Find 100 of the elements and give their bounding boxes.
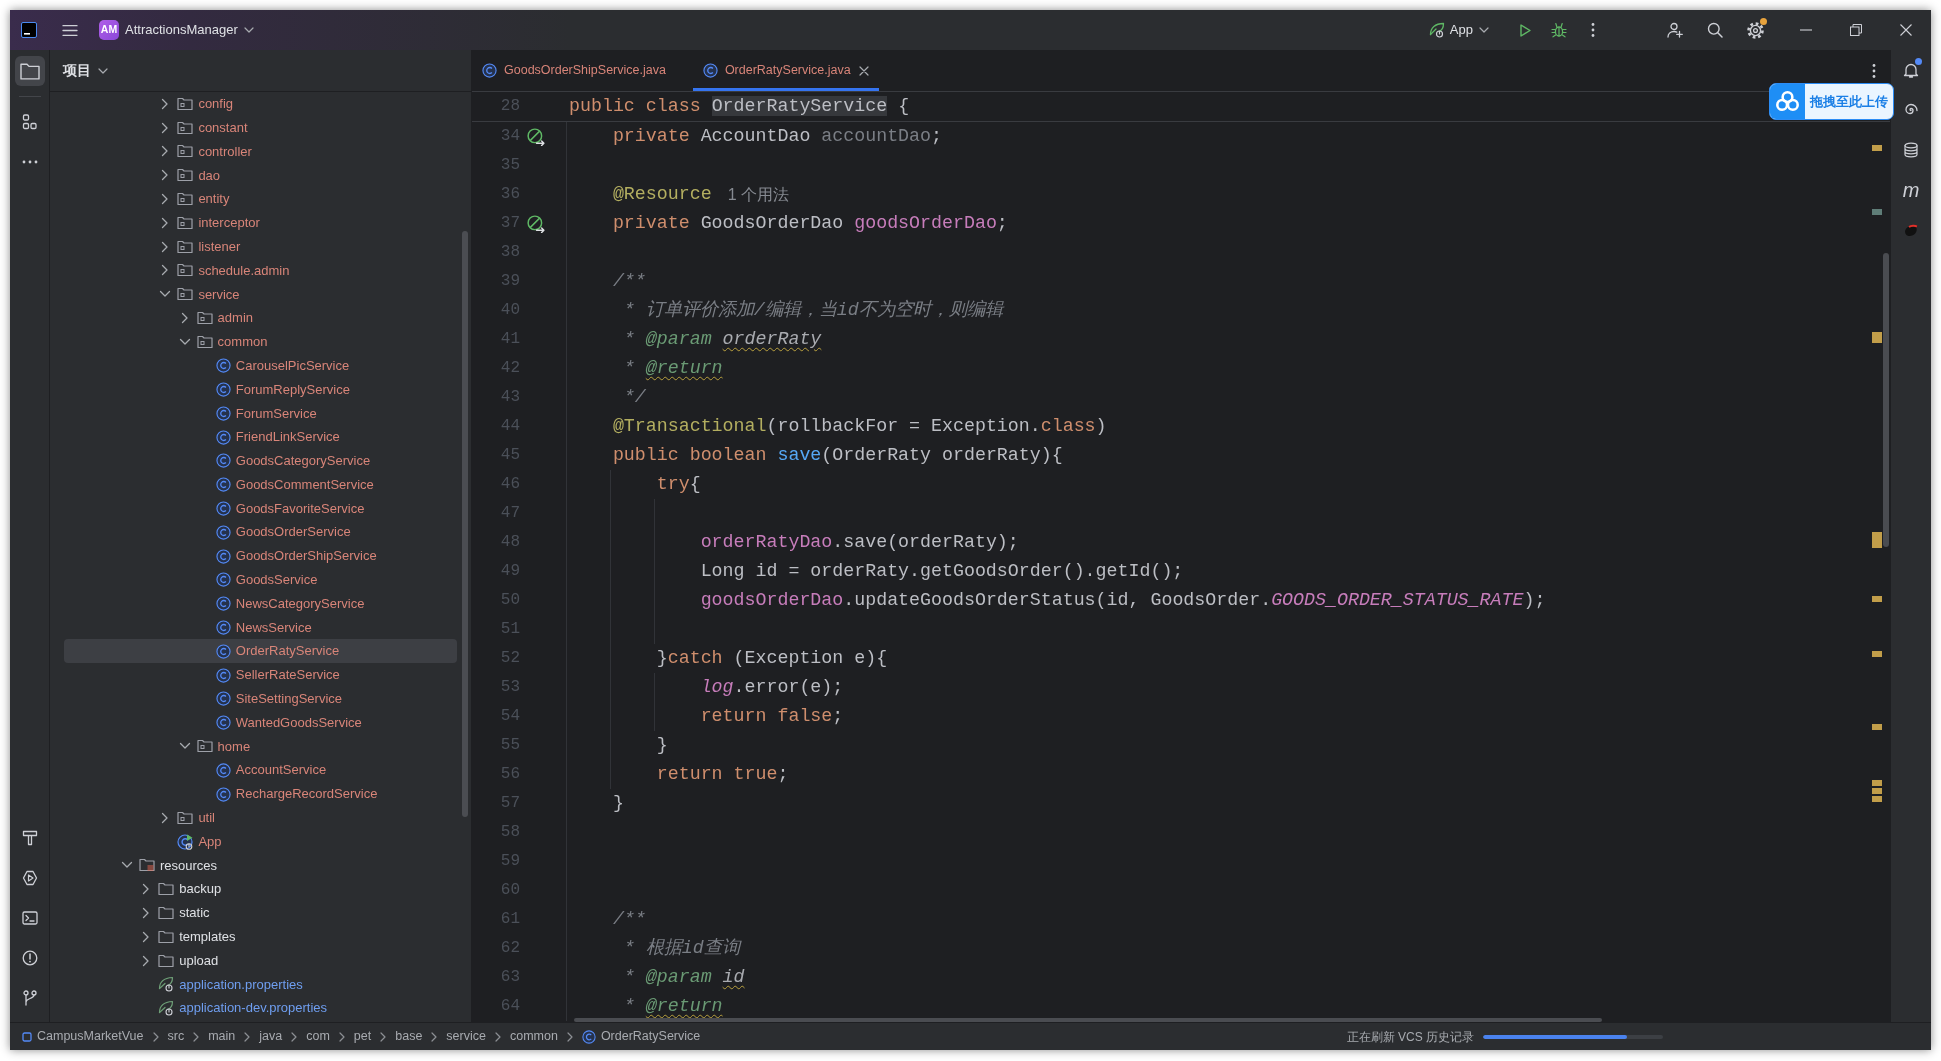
chevron-right-icon[interactable] bbox=[161, 811, 170, 824]
chevron-right-icon[interactable] bbox=[180, 312, 189, 325]
more-icon[interactable] bbox=[1872, 62, 1876, 79]
tree-item[interactable]: static bbox=[64, 901, 457, 925]
chevron-right-icon[interactable] bbox=[142, 907, 151, 919]
tree-item[interactable]: application-dev.properties bbox=[64, 996, 457, 1021]
tree-item[interactable]: dao bbox=[64, 163, 457, 188]
warning-marker[interactable] bbox=[1872, 596, 1882, 602]
tree-item[interactable]: backup bbox=[64, 877, 457, 902]
tree-item[interactable]: resources bbox=[64, 853, 457, 878]
tree-item[interactable]: templates bbox=[64, 924, 457, 949]
breadcrumb-item[interactable]: service bbox=[446, 1027, 486, 1046]
play-icon[interactable] bbox=[1519, 23, 1531, 37]
tree-item[interactable]: application.properties bbox=[64, 972, 457, 997]
tree-item[interactable]: GoodsService bbox=[64, 567, 457, 592]
chevron-right-icon[interactable] bbox=[161, 240, 170, 253]
restore-icon[interactable] bbox=[1850, 24, 1862, 36]
close-icon[interactable] bbox=[858, 65, 869, 76]
warning-marker[interactable] bbox=[1872, 542, 1882, 548]
breadcrumb-item[interactable]: OrderRatyService bbox=[581, 1027, 701, 1046]
alert-icon[interactable] bbox=[21, 950, 38, 966]
run-config-selector[interactable]: App bbox=[1426, 20, 1491, 40]
chevron-down-icon[interactable] bbox=[159, 290, 172, 299]
tree-item[interactable]: GoodsCommentService bbox=[64, 472, 457, 497]
breadcrumb-item[interactable]: main bbox=[208, 1027, 236, 1046]
editor-tab[interactable]: GoodsOrderShipService.java bbox=[472, 50, 693, 91]
tree-item[interactable]: controller bbox=[64, 139, 457, 164]
view-selector[interactable]: 项目 bbox=[63, 60, 108, 81]
breadcrumb-item[interactable]: java bbox=[259, 1027, 283, 1046]
tree-item[interactable]: AccountService bbox=[64, 758, 457, 783]
tree-item[interactable]: GoodsFavoriteService bbox=[64, 496, 457, 521]
tree-item[interactable]: util bbox=[64, 805, 457, 830]
chevron-down-icon[interactable] bbox=[178, 742, 191, 751]
tree-item[interactable]: RechargeRecordService bbox=[64, 782, 457, 806]
more-icon[interactable] bbox=[1591, 22, 1595, 38]
warning-marker[interactable] bbox=[1872, 724, 1882, 730]
chevron-right-icon[interactable] bbox=[161, 145, 170, 158]
tree-item[interactable]: listener bbox=[64, 234, 457, 259]
scrollbar-thumb[interactable] bbox=[1883, 253, 1889, 547]
tree-item[interactable]: WantedGoodsService bbox=[64, 710, 457, 735]
branch-icon[interactable] bbox=[21, 990, 38, 1006]
tree-item[interactable]: home bbox=[64, 734, 457, 759]
chevron-right-icon[interactable] bbox=[142, 883, 151, 896]
breadcrumb-item[interactable]: base bbox=[395, 1027, 423, 1046]
tree-item[interactable]: CarouselPicService bbox=[64, 353, 457, 378]
tree-item[interactable]: interceptor bbox=[64, 211, 457, 235]
warning-marker[interactable] bbox=[1872, 780, 1882, 786]
breadcrumb-item[interactable]: src bbox=[167, 1027, 185, 1046]
tree-item[interactable]: common bbox=[64, 329, 457, 354]
warning-marker[interactable] bbox=[1872, 337, 1882, 343]
chevron-right-icon[interactable] bbox=[161, 169, 170, 182]
warning-marker[interactable] bbox=[1872, 788, 1882, 794]
chevron-right-icon[interactable] bbox=[142, 954, 151, 967]
tree-item[interactable]: schedule.admin bbox=[64, 258, 457, 283]
tree-item[interactable]: NewsService bbox=[64, 615, 457, 640]
search-icon[interactable] bbox=[1707, 22, 1723, 38]
chevron-down-icon[interactable] bbox=[1479, 27, 1489, 33]
warning-marker[interactable] bbox=[1872, 796, 1882, 802]
database-icon[interactable] bbox=[1903, 142, 1919, 158]
terminal-icon[interactable] bbox=[21, 910, 38, 926]
tree-item[interactable]: SiteSettingService bbox=[64, 686, 457, 711]
chevron-right-icon[interactable] bbox=[161, 216, 170, 229]
leaf-power-icon[interactable] bbox=[1428, 22, 1445, 38]
chevron-right-icon[interactable] bbox=[161, 97, 170, 110]
warning-marker[interactable] bbox=[1872, 209, 1882, 215]
tree-item[interactable]: GoodsOrderShipService bbox=[64, 544, 457, 568]
tree-item[interactable]: service bbox=[64, 282, 457, 307]
menu-icon[interactable] bbox=[62, 24, 78, 36]
editor-tab[interactable]: OrderRatyService.java bbox=[692, 50, 879, 91]
tree-item[interactable]: GoodsCategoryService bbox=[64, 448, 457, 473]
bell-icon[interactable] bbox=[1903, 62, 1919, 78]
tree-item[interactable]: ForumReplyService bbox=[64, 377, 457, 402]
bird-icon[interactable] bbox=[1903, 222, 1919, 238]
tree-item[interactable]: upload bbox=[64, 948, 457, 973]
warning-marker[interactable] bbox=[1872, 651, 1882, 657]
bug-icon[interactable] bbox=[1551, 22, 1567, 38]
tree-item[interactable]: NewsCategoryService bbox=[64, 591, 457, 616]
breadcrumb-item[interactable]: CampusMarketVue bbox=[22, 1027, 144, 1046]
person-plus-icon[interactable] bbox=[1667, 22, 1683, 38]
tree-item[interactable]: ForumService bbox=[64, 401, 457, 426]
chevron-right-icon[interactable] bbox=[161, 193, 170, 206]
upload-drop-button[interactable]: 拖拽至此上传 bbox=[1769, 83, 1894, 120]
close-icon[interactable] bbox=[1900, 24, 1912, 36]
settings-icon[interactable] bbox=[1746, 21, 1764, 39]
breadcrumb-item[interactable]: common bbox=[509, 1027, 558, 1046]
scrollbar-thumb[interactable] bbox=[574, 1018, 1602, 1022]
usages-hint[interactable]: 1 个用法 bbox=[727, 184, 789, 205]
tree-item[interactable]: config bbox=[64, 92, 457, 116]
project-tool-button[interactable] bbox=[14, 56, 45, 86]
tree-item[interactable]: FriendLinkService bbox=[64, 425, 457, 449]
scrollbar-thumb[interactable] bbox=[462, 231, 468, 817]
folder-icon[interactable] bbox=[19, 62, 40, 80]
more-icon[interactable] bbox=[21, 160, 38, 164]
warning-marker[interactable] bbox=[1872, 145, 1882, 151]
tree-item[interactable]: SellerRateService bbox=[64, 663, 457, 687]
tree-item[interactable]: OrderRatyService bbox=[64, 639, 457, 664]
chevron-down-icon[interactable] bbox=[243, 27, 254, 33]
tree-item[interactable]: admin bbox=[64, 306, 457, 330]
app-logo-icon[interactable] bbox=[21, 22, 37, 38]
chevron-down-icon[interactable] bbox=[98, 67, 108, 74]
